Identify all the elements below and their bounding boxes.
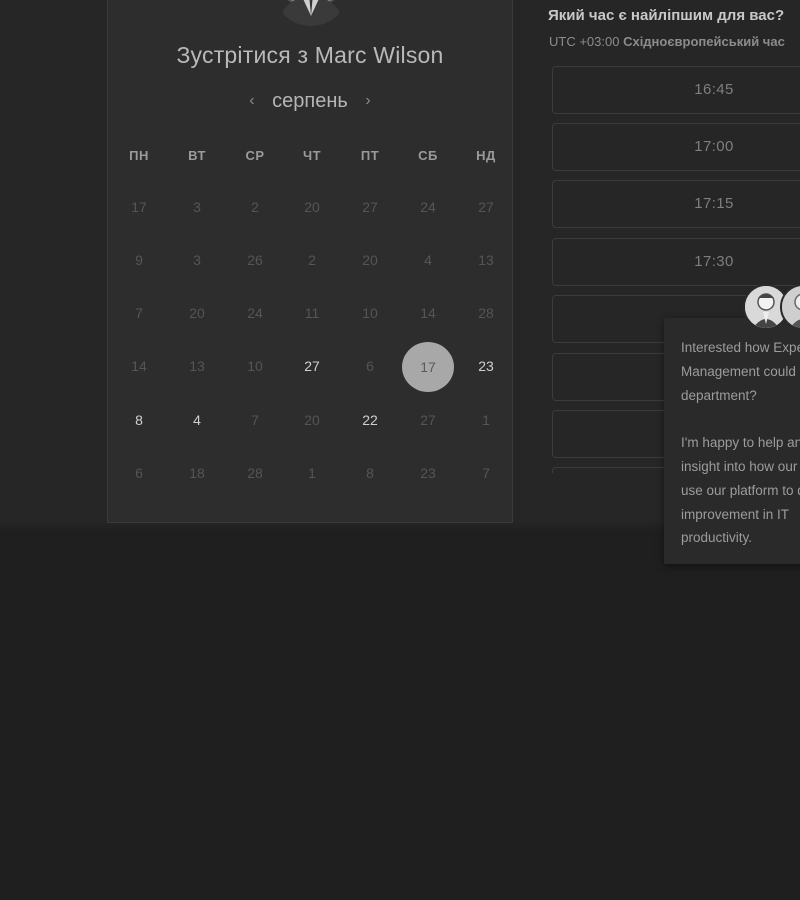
calendar-day: 9 <box>135 252 143 268</box>
calendar-day: 17 <box>131 199 147 215</box>
calendar-day: 7 <box>251 412 259 428</box>
timezone-label[interactable]: UTC +03:00 Східноєвропейський час <box>549 34 785 49</box>
calendar-day: 26 <box>247 252 263 268</box>
calendar-day: 3 <box>193 252 201 268</box>
calendar-day[interactable]: 23 <box>466 358 506 380</box>
weekday-label: ПН <box>129 148 149 163</box>
calendar-day: 2 <box>308 252 316 268</box>
time-slot-label: 17:00 <box>694 138 734 155</box>
chevron-left-icon[interactable]: ‹ <box>237 92 266 110</box>
timezone-offset: UTC +03:00 <box>549 34 620 49</box>
month-navigation: ‹ серпень › <box>107 90 513 116</box>
calendar-day: 28 <box>478 305 494 321</box>
calendar-day: 14 <box>420 305 436 321</box>
time-slot-button[interactable]: 17:30 <box>552 238 800 286</box>
time-slots-heading: Який час є найліпшим для вас? <box>548 7 785 24</box>
chat-message: Interested how Expense Management could … <box>681 340 800 546</box>
calendar-day: 24 <box>247 305 263 321</box>
chevron-right-icon[interactable]: › <box>353 92 382 110</box>
meeting-title: Зустрітися з Marc Wilson <box>176 42 444 68</box>
calendar-day: 27 <box>362 199 378 215</box>
weekday-label: ЧТ <box>302 148 322 163</box>
time-slot-label: 17:30 <box>694 253 734 270</box>
calendar-day: 2 <box>251 199 259 215</box>
calendar-day: 20 <box>189 305 205 321</box>
calendar-day: 24 <box>420 199 436 215</box>
weekday-label: ВТ <box>188 148 206 163</box>
time-slot-button[interactable]: 16:45 <box>552 66 800 114</box>
calendar-day: 1 <box>308 465 316 481</box>
calendar-day: 27 <box>420 412 436 428</box>
calendar-day: 7 <box>482 465 490 481</box>
time-slot-label: 17:15 <box>694 195 734 212</box>
calendar-day: 13 <box>478 252 494 268</box>
calendar-day: 20 <box>304 199 320 215</box>
calendar-day: 13 <box>189 358 205 374</box>
calendar-day[interactable]: 4 <box>177 412 217 434</box>
calendar-day: 4 <box>424 252 432 268</box>
calendar-day: 8 <box>366 465 374 481</box>
calendar-day: 11 <box>304 305 320 321</box>
weekday-label: НД <box>476 148 496 163</box>
time-slot-label: 16:45 <box>694 81 734 98</box>
calendar-day-selected[interactable]: 17 <box>402 342 454 392</box>
calendar-day: 10 <box>247 358 263 374</box>
calendar-day: 18 <box>189 465 205 481</box>
calendar-day: 27 <box>478 199 494 215</box>
calendar-day: 1 <box>482 412 490 428</box>
month-label: серпень <box>272 90 348 112</box>
weekday-label: СБ <box>418 148 438 163</box>
timezone-name: Східноєвропейський час <box>623 34 785 49</box>
calendar-day: 7 <box>135 305 143 321</box>
calendar-day: 20 <box>362 252 378 268</box>
calendar-day: 6 <box>135 465 143 481</box>
time-slot-button[interactable]: 17:15 <box>552 180 800 228</box>
calendar-day: 14 <box>131 358 147 374</box>
calendar-day: 20 <box>304 412 320 428</box>
calendar-day: 3 <box>193 199 201 215</box>
calendar-day[interactable]: 22 <box>350 412 390 434</box>
weekday-label: СР <box>245 148 265 163</box>
calendar-day: 10 <box>362 305 378 321</box>
calendar-day[interactable]: 8 <box>119 412 159 434</box>
calendar-day: 6 <box>366 358 374 374</box>
calendar-day: 28 <box>247 465 263 481</box>
calendar-day[interactable]: 27 <box>292 358 332 380</box>
weekday-label: ПТ <box>360 148 380 163</box>
time-slot-button[interactable]: 17:00 <box>552 123 800 171</box>
calendar-day: 23 <box>420 465 436 481</box>
